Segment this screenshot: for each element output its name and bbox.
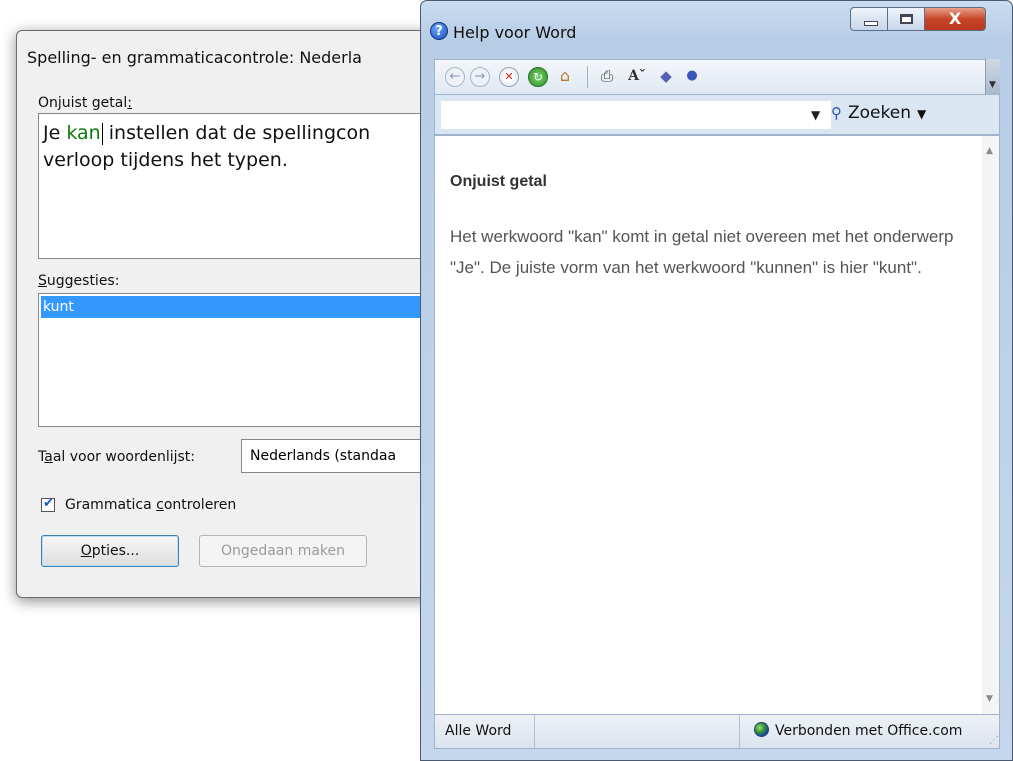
check-grammar-checkbox[interactable]: ✔ [41,496,55,512]
status-bar: Alle Word Verbonden met Office.com ⋰ [434,715,1000,749]
book-icon[interactable]: ◆ [657,67,675,85]
options-button[interactable]: Opties... [41,535,179,567]
minimize-button[interactable] [850,7,888,31]
scroll-down-icon[interactable]: ▼ [986,694,993,704]
error-label: Onjuist getal: [38,95,132,111]
help-icon: ? [430,22,448,40]
search-scope-status[interactable]: Alle Word [435,715,535,748]
dictionary-language-label: Taal voor woordenlijst: [38,449,196,465]
search-history-dropdown-icon[interactable]: ▼ [811,108,820,122]
vertical-scrollbar[interactable]: ▲ ▼ [982,136,999,714]
maximize-button[interactable] [887,7,925,31]
error-word: kan [66,122,101,144]
home-icon[interactable]: ⌂ [556,67,574,85]
undo-button[interactable]: Ongedaan maken [199,535,367,567]
sentence-editor[interactable]: Je kan instellen dat de spellingcon verl… [38,113,447,259]
scroll-up-icon[interactable]: ▲ [986,146,993,156]
search-bar: ▼ ⚲ Zoeken ▼ [434,95,1000,135]
dictionary-language-select[interactable]: Nederlands (standaa [241,439,447,473]
suggestions-label: Suggesties: [38,273,120,289]
search-button[interactable]: ⚲ Zoeken ▼ [831,103,926,129]
stop-icon[interactable]: ✕ [499,67,519,87]
help-toolbar: ← → ✕ ↻ ⌂ ⎙ Aˇ ◆ ● ▼ [434,59,1000,95]
back-icon[interactable]: ← [445,67,465,87]
toolbar-separator [587,66,588,88]
help-window-title: Help voor Word [453,23,577,42]
help-topic-title: Onjuist getal [450,173,547,190]
search-icon: ⚲ [831,104,842,122]
globe-icon [754,722,769,737]
chevron-down-icon: ▼ [916,107,927,121]
check-grammar-label[interactable]: Grammatica controleren [65,497,236,513]
minimize-icon [864,21,878,26]
help-window: ? Help voor Word X ← → ✕ ↻ ⌂ ⎙ Aˇ ◆ ● ▼ … [420,0,1013,761]
font-size-icon[interactable]: Aˇ [626,67,648,85]
search-input[interactable] [441,101,831,129]
checkmark-icon: ✔ [43,496,54,511]
help-topic-body: Het werkwoord "kan" komt in getal niet o… [450,227,954,277]
help-content: Onjuist getal Het werkwoord "kan" komt i… [434,135,1000,715]
resize-grip-icon[interactable]: ⋰ [989,735,999,746]
connection-status[interactable]: Verbonden met Office.com [739,715,999,748]
spelling-dialog: Spelling- en grammaticacontrole: Nederla… [16,30,448,598]
print-icon[interactable]: ⎙ [598,67,616,85]
forward-icon[interactable]: → [470,67,490,87]
refresh-icon[interactable]: ↻ [528,67,548,87]
spelling-dialog-title: Spelling- en grammaticacontrole: Nederla [27,48,362,67]
maximize-icon [900,14,913,24]
toolbar-overflow-button[interactable]: ▼ [985,59,1000,95]
suggestion-item[interactable]: kunt [41,296,447,318]
close-button[interactable]: X [924,7,986,31]
suggestions-list[interactable]: kunt [38,293,447,427]
pin-icon[interactable]: ● [683,67,701,85]
